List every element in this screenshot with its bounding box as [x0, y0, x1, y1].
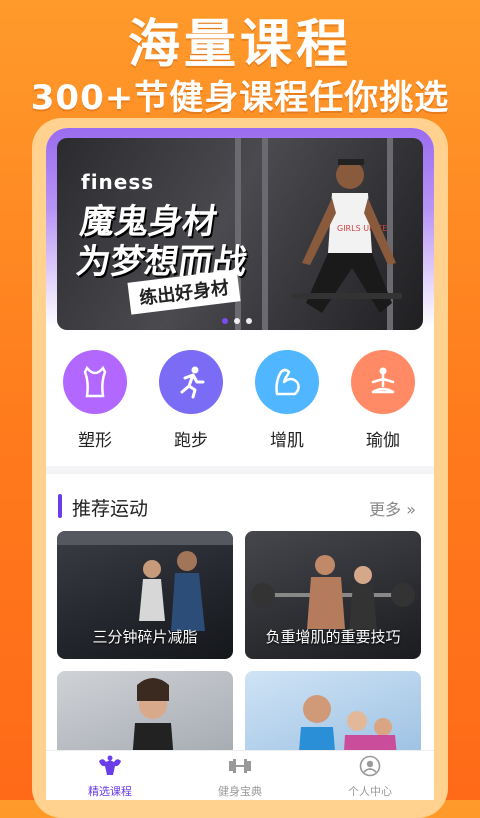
tab-profile[interactable]: 个人中心: [310, 755, 430, 799]
gym-rack: [262, 138, 268, 330]
promo-subtitle: 300+节健身课程任你挑选: [30, 78, 450, 118]
dumbbell-icon: [229, 759, 251, 773]
section-divider: [46, 466, 434, 474]
card-caption: 三分钟碎片减脂: [92, 628, 198, 646]
carousel-dot[interactable]: [222, 318, 228, 324]
category-shaping[interactable]: 塑形: [55, 350, 135, 451]
carousel-dots: [222, 318, 252, 324]
more-link[interactable]: 更多 »: [369, 496, 416, 520]
banner-eng-text: finess: [81, 170, 155, 194]
category-label: 增肌: [270, 431, 304, 451]
category-muscle[interactable]: 增肌: [247, 350, 327, 451]
user-icon: [359, 755, 381, 777]
category-yoga[interactable]: 瑜伽: [343, 350, 423, 451]
section-header: 推荐运动 更多 »: [46, 486, 434, 526]
category-running[interactable]: 跑步: [151, 350, 231, 451]
bottom-tab-bar: 精选课程 健身宝典 个人中心: [46, 750, 434, 800]
carousel-dot[interactable]: [234, 318, 240, 324]
tab-label: 健身宝典: [218, 785, 262, 798]
tab-featured-courses[interactable]: 精选课程: [50, 755, 170, 799]
yoga-icon: [351, 350, 415, 414]
tab-label: 精选课程: [88, 785, 132, 798]
muscle-arm-icon: [255, 350, 319, 414]
category-row: 塑形 跑步 增肌 瑜伽: [46, 350, 434, 451]
carousel-dot[interactable]: [246, 318, 252, 324]
hero-banner[interactable]: GIRLS UNITE finess 魔鬼身材 为梦想而战 练出好身材: [57, 138, 423, 330]
section-title: 推荐运动: [72, 498, 149, 520]
section-accent-bar: [58, 494, 62, 518]
body-shape-icon: [63, 350, 127, 414]
card-caption: 负重增肌的重要技巧: [265, 628, 401, 646]
course-card[interactable]: 三分钟碎片减脂: [57, 531, 233, 659]
app-screen: GIRLS UNITE finess 魔鬼身材 为梦想而战 练出好身材 塑形 跑…: [46, 128, 434, 800]
tab-label: 个人中心: [348, 785, 392, 798]
tab-fitness-guide[interactable]: 健身宝典: [180, 755, 300, 799]
running-icon: [159, 350, 223, 414]
bodybuilder-icon: [99, 755, 121, 775]
athlete-image: GIRLS UNITE: [292, 159, 402, 313]
category-label: 跑步: [174, 431, 208, 451]
category-label: 塑形: [78, 431, 112, 451]
promo-title: 海量课程: [127, 15, 352, 75]
category-label: 瑜伽: [366, 431, 400, 451]
course-card[interactable]: 负重增肌的重要技巧: [245, 531, 421, 659]
